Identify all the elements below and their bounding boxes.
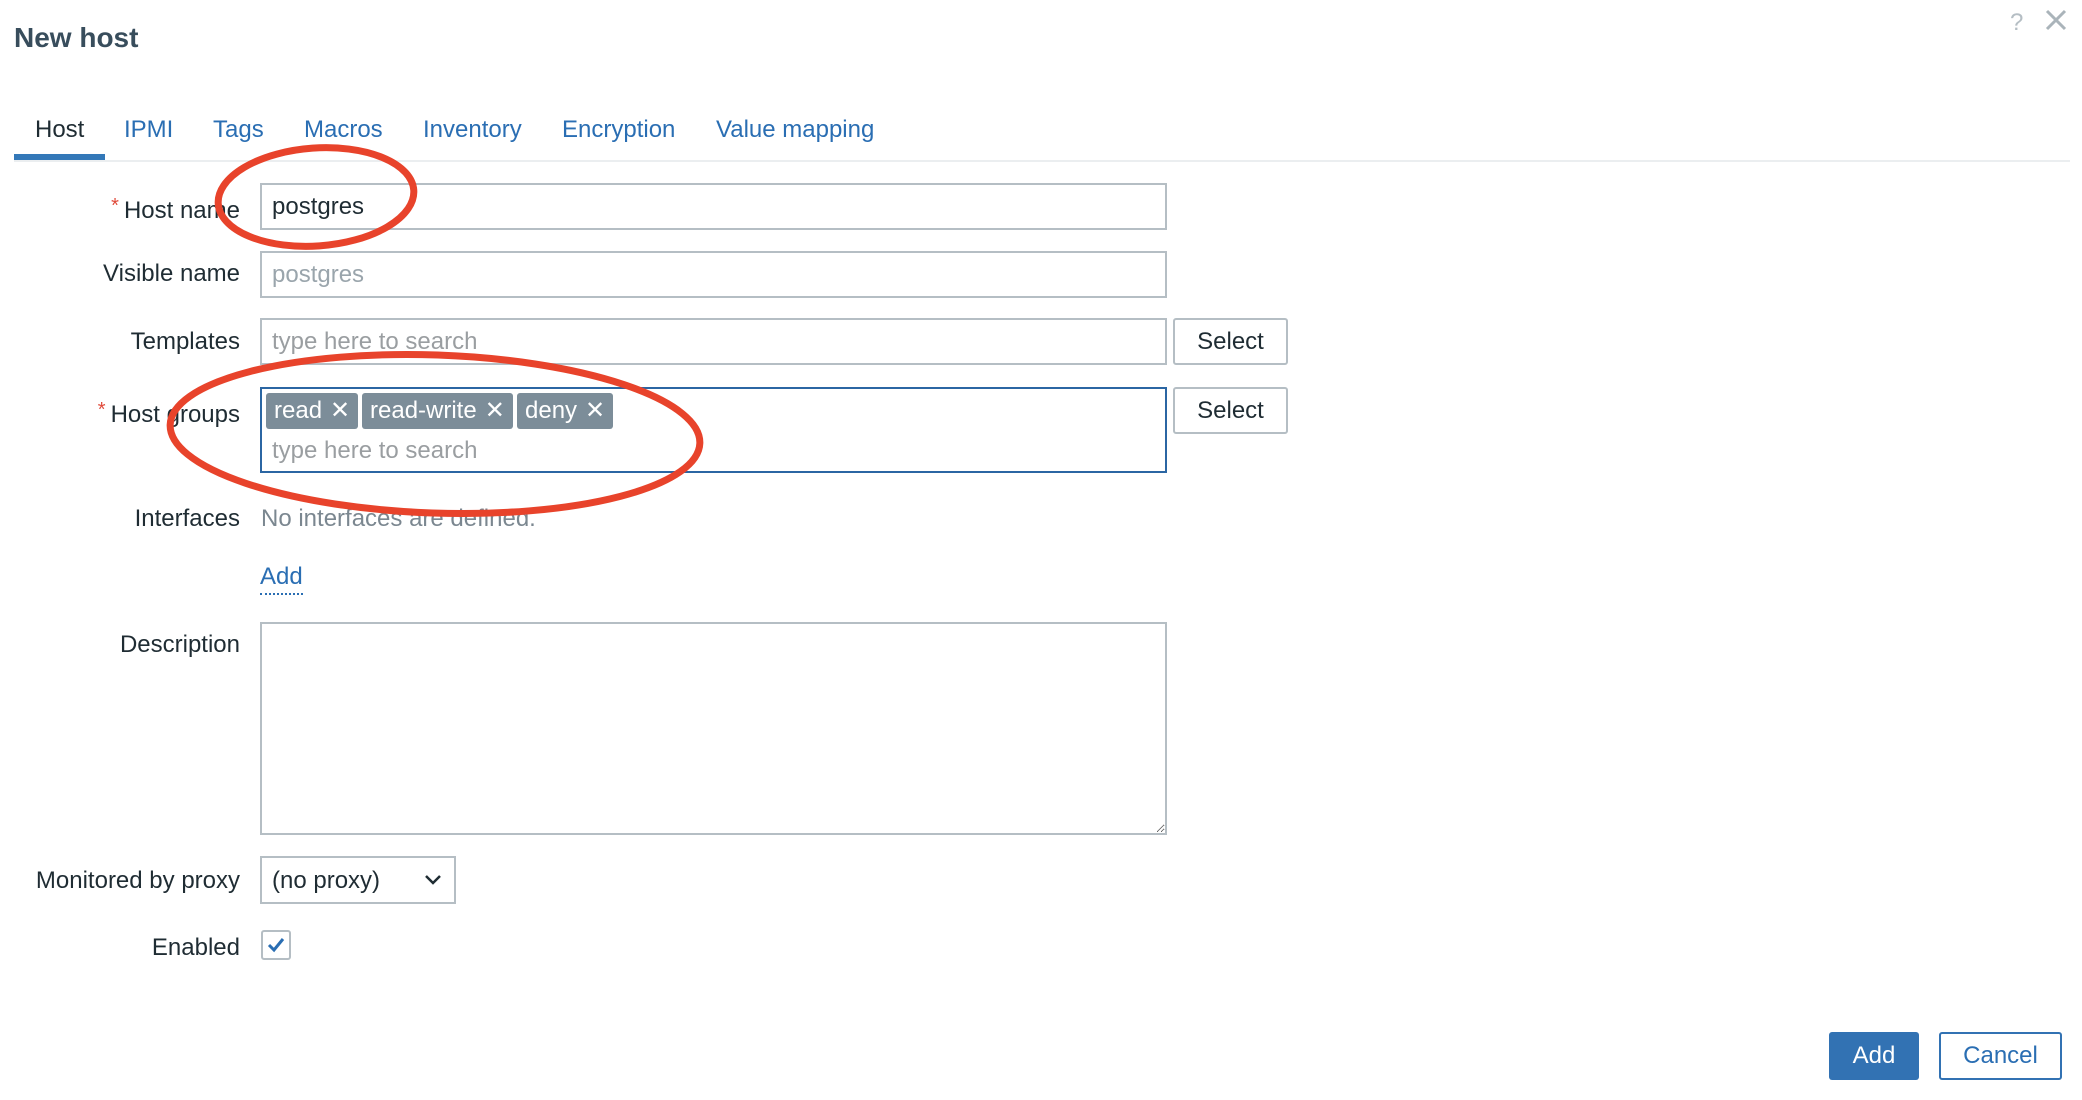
tab-inventory[interactable]: Inventory bbox=[423, 112, 522, 158]
add-button[interactable]: Add bbox=[1829, 1032, 1919, 1080]
host-name-input[interactable] bbox=[260, 183, 1167, 230]
host-group-chip: deny ✕ bbox=[517, 393, 613, 429]
help-icon[interactable]: ? bbox=[2010, 8, 2023, 38]
tab-tags[interactable]: Tags bbox=[213, 112, 264, 158]
templates-select-button[interactable]: Select bbox=[1173, 318, 1288, 365]
remove-chip-icon[interactable]: ✕ bbox=[485, 397, 505, 424]
add-interface-link[interactable]: Add bbox=[260, 562, 303, 595]
tab-ipmi[interactable]: IPMI bbox=[124, 112, 173, 158]
tab-host[interactable]: Host bbox=[13, 112, 106, 160]
host-group-chip: read-write ✕ bbox=[362, 393, 513, 429]
remove-chip-icon[interactable]: ✕ bbox=[585, 397, 605, 424]
dialog-title: New host bbox=[14, 22, 139, 53]
host-groups-select-button[interactable]: Select bbox=[1173, 387, 1288, 434]
close-icon[interactable] bbox=[2044, 8, 2068, 32]
enabled-label: Enabled bbox=[151, 934, 240, 961]
host-groups-label: * Host groups bbox=[97, 399, 240, 428]
description-textarea[interactable] bbox=[260, 622, 1167, 835]
tab-value-mapping[interactable]: Value mapping bbox=[716, 112, 874, 158]
enabled-checkbox[interactable] bbox=[261, 930, 291, 960]
required-marker: * bbox=[111, 195, 119, 217]
host-group-chip: read ✕ bbox=[266, 393, 358, 429]
cancel-button[interactable]: Cancel bbox=[1939, 1032, 2062, 1080]
proxy-label: Monitored by proxy bbox=[35, 867, 240, 894]
required-marker: * bbox=[97, 399, 106, 421]
templates-search-input[interactable] bbox=[260, 318, 1167, 365]
host-groups-multiselect[interactable]: read ✕ read-write ✕ deny ✕ bbox=[260, 387, 1167, 473]
interfaces-label: Interfaces bbox=[134, 505, 240, 532]
description-label: Description bbox=[119, 631, 240, 658]
remove-chip-icon[interactable]: ✕ bbox=[330, 397, 350, 424]
proxy-select[interactable]: (no proxy) bbox=[260, 856, 456, 904]
tab-encryption[interactable]: Encryption bbox=[562, 112, 675, 158]
host-groups-search-input[interactable] bbox=[266, 435, 1158, 467]
visible-name-label: Visible name bbox=[103, 260, 240, 287]
checkmark-icon bbox=[267, 938, 285, 953]
tab-macros[interactable]: Macros bbox=[304, 112, 383, 158]
host-name-label: * Host name bbox=[111, 195, 240, 224]
tab-bar: Host IPMI Tags Macros Inventory Encrypti… bbox=[13, 112, 2070, 162]
no-interfaces-text: No interfaces are defined. bbox=[261, 505, 536, 532]
annotation-layer bbox=[166, 144, 704, 517]
templates-label: Templates bbox=[130, 328, 240, 355]
visible-name-input[interactable] bbox=[260, 251, 1167, 298]
chevron-down-icon bbox=[425, 875, 441, 885]
